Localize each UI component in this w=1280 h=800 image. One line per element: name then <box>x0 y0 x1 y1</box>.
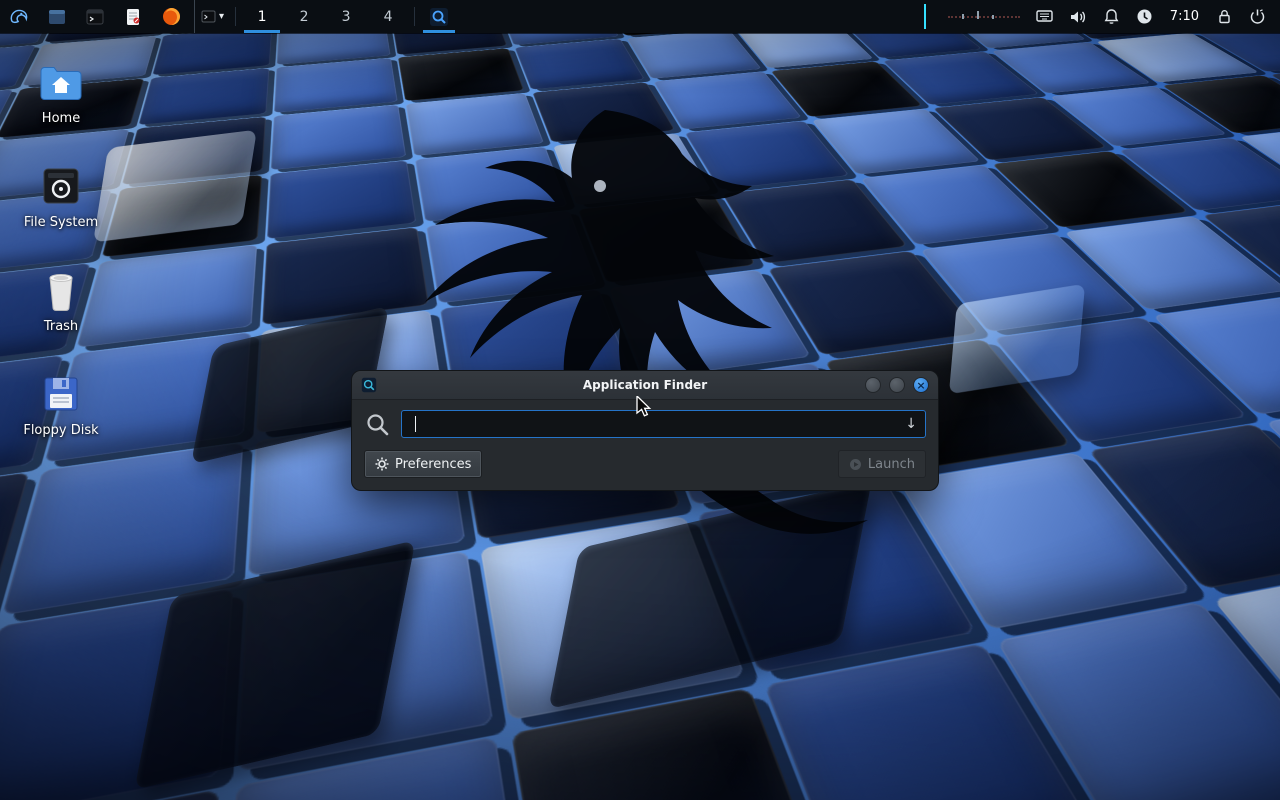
text-editor-icon <box>123 7 143 27</box>
button-row: Preferences Launch <box>364 450 926 478</box>
desktop-icon-label: Trash <box>44 319 78 334</box>
mini-terminal-icon <box>201 9 216 24</box>
graph-blip <box>977 11 979 19</box>
minimize-button[interactable] <box>865 377 881 393</box>
desktop-icon-home[interactable]: Home <box>18 57 104 126</box>
file-system-drive-icon <box>40 161 82 211</box>
workspace-button-2[interactable]: 2 <box>283 0 325 33</box>
trash-bin-icon <box>42 265 80 315</box>
gear-icon <box>375 457 389 471</box>
desktop-icon-floppy-disk[interactable]: Floppy Disk <box>18 369 104 438</box>
desktop-icon-trash[interactable]: Trash <box>18 265 104 334</box>
titlebar-buttons: × <box>865 377 929 393</box>
close-button[interactable]: × <box>913 377 929 393</box>
window-body: ↓ Preferences <box>352 400 938 490</box>
logout-power-icon <box>1248 7 1267 26</box>
launch-icon <box>849 458 862 471</box>
search-input[interactable]: ↓ <box>401 410 926 438</box>
search-icon <box>364 411 391 438</box>
wallpaper-cube <box>138 68 269 125</box>
maximize-button[interactable] <box>889 377 905 393</box>
panel-separator <box>235 7 236 26</box>
launch-button[interactable]: Launch <box>838 450 926 478</box>
lock-screen-tray-button[interactable] <box>1210 7 1239 26</box>
workspace-label: 4 <box>384 9 393 25</box>
launch-label: Launch <box>868 457 915 472</box>
wallpaper-cube <box>122 117 267 185</box>
top-panel: ▾ 1 2 3 4 <box>0 0 1280 33</box>
graph-blip <box>962 14 964 19</box>
display-settings-tray-button[interactable] <box>1030 7 1059 26</box>
workspace-label: 1 <box>258 9 267 25</box>
workspace-label: 2 <box>300 9 309 25</box>
app-finder-task-icon <box>429 7 449 27</box>
chevron-down-icon: ▾ <box>219 11 224 22</box>
terminal-launcher[interactable] <box>76 0 114 33</box>
graph-baseline <box>948 16 1020 18</box>
application-finder-window: Application Finder × ↓ <box>352 371 938 490</box>
file-manager-launcher[interactable] <box>38 0 76 33</box>
bell-icon <box>1102 7 1121 26</box>
desktop-root: ▾ 1 2 3 4 <box>0 0 1280 800</box>
panel-separator <box>414 7 415 26</box>
preferences-button[interactable]: Preferences <box>364 450 482 478</box>
desktop-icon-label: File System <box>24 215 98 230</box>
panel-spacer <box>458 0 916 33</box>
workspace-button-3[interactable]: 3 <box>325 0 367 33</box>
wallpaper-cube <box>515 39 645 90</box>
wallpaper-cube <box>102 175 263 258</box>
logout-tray-button[interactable] <box>1243 7 1272 26</box>
workspace-button-1[interactable]: 1 <box>241 0 283 33</box>
file-manager-icon <box>47 7 67 27</box>
home-folder-icon <box>38 57 84 107</box>
firefox-icon <box>161 6 182 27</box>
system-monitor-graph[interactable] <box>922 4 1024 29</box>
wallpaper-cube <box>152 27 272 75</box>
desktop-icon-file-system[interactable]: File System <box>18 161 104 230</box>
desktop-icon-label: Home <box>42 111 80 126</box>
graph-blip <box>992 15 994 19</box>
cpu-spike <box>924 4 926 29</box>
wallpaper-cube <box>627 30 761 79</box>
panel-clock[interactable]: 7:10 <box>1163 9 1206 24</box>
updates-tray-button[interactable] <box>1130 7 1159 26</box>
notifications-tray-button[interactable] <box>1097 7 1126 26</box>
update-sync-icon <box>1135 7 1154 26</box>
titlebar[interactable]: Application Finder × <box>352 371 938 400</box>
kali-logo-icon <box>8 6 30 28</box>
volume-tray-button[interactable] <box>1063 7 1093 27</box>
preferences-label: Preferences <box>395 457 471 472</box>
text-editor-launcher[interactable] <box>114 0 152 33</box>
workspace-button-4[interactable]: 4 <box>367 0 409 33</box>
terminal-profile-chooser[interactable]: ▾ <box>194 0 230 33</box>
close-icon: × <box>916 380 925 391</box>
desktop-icon-column: Home File System Trash <box>18 57 104 438</box>
display-keyboard-icon <box>1035 7 1054 26</box>
search-row: ↓ <box>364 410 926 438</box>
terminal-icon <box>85 7 105 27</box>
firefox-launcher[interactable] <box>152 0 190 33</box>
desktop-icon-label: Floppy Disk <box>23 423 98 438</box>
volume-icon <box>1068 7 1088 27</box>
floppy-disk-icon <box>41 369 81 419</box>
taskbar-application-finder[interactable] <box>420 0 458 33</box>
text-caret <box>415 416 416 432</box>
window-title: Application Finder <box>352 378 938 392</box>
workspace-label: 3 <box>342 9 351 25</box>
system-tray: 7:10 <box>1030 0 1280 33</box>
dropdown-arrow-icon: ↓ <box>905 417 917 431</box>
kali-menu-button[interactable] <box>0 0 38 33</box>
lock-icon <box>1215 7 1234 26</box>
